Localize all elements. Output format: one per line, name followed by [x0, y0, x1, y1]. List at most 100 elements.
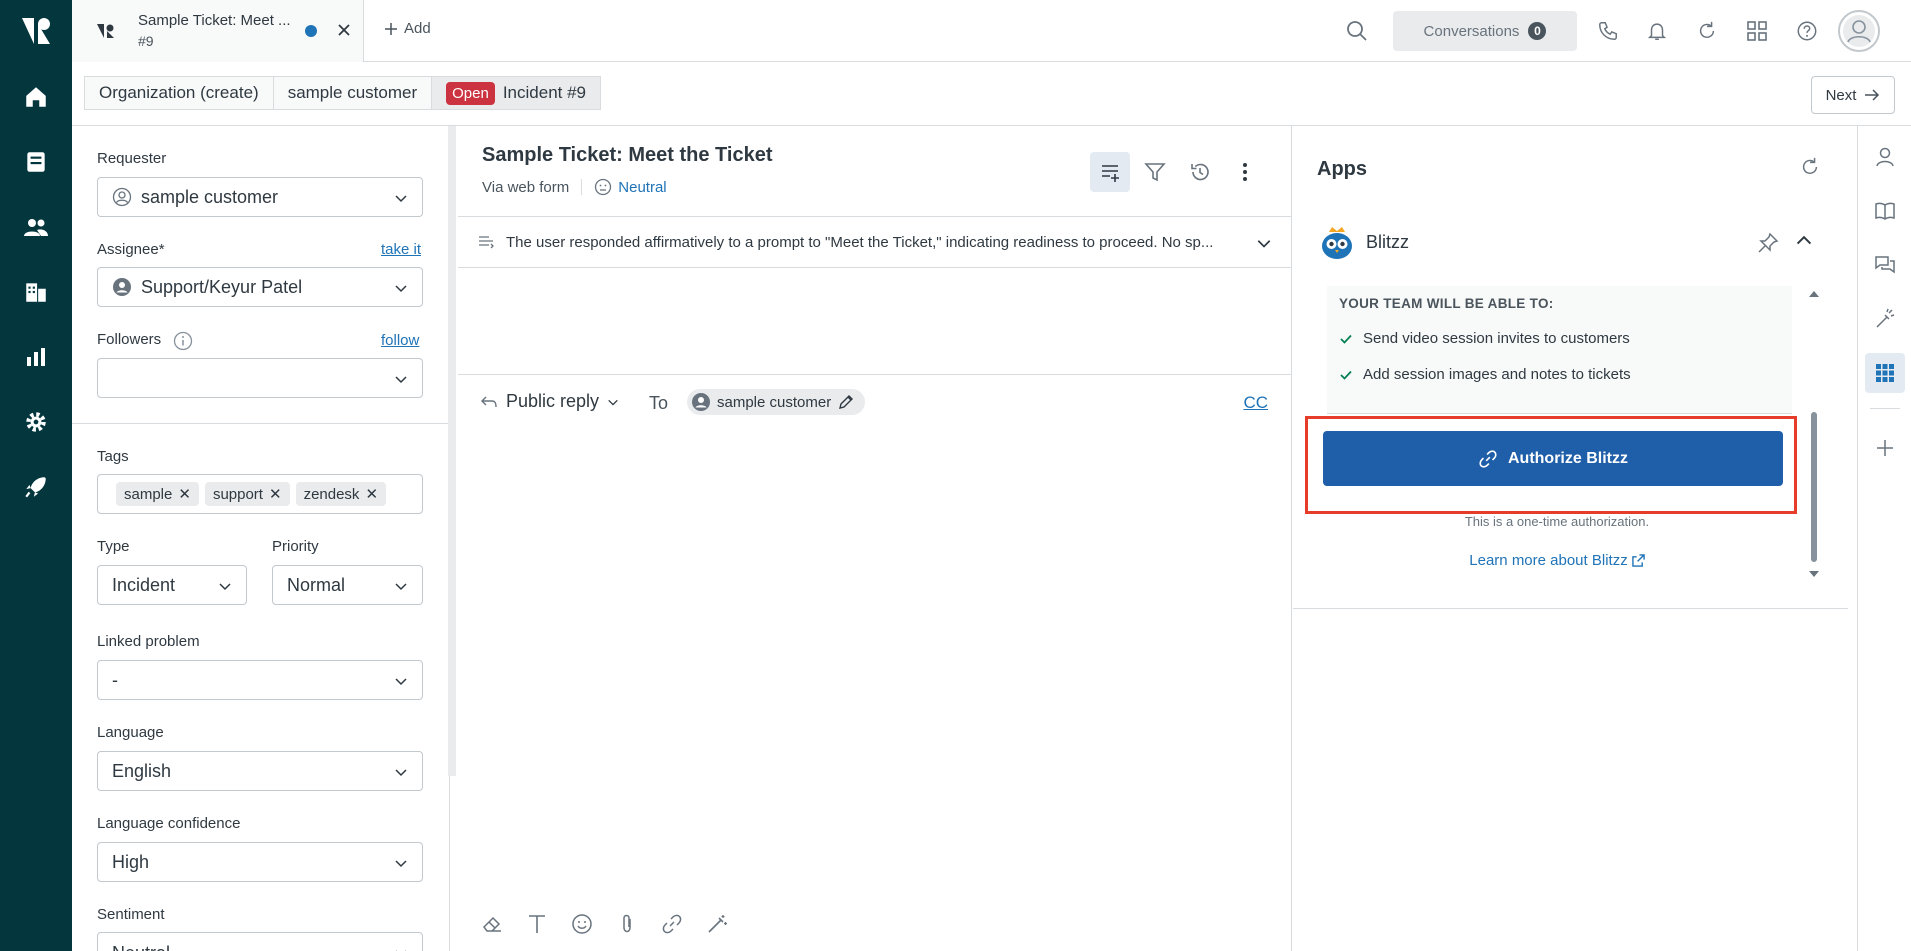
- refresh-apps-icon[interactable]: [1799, 156, 1825, 182]
- language-confidence-select[interactable]: High: [97, 842, 423, 882]
- language-confidence-label: Language confidence: [97, 815, 241, 832]
- getting-started-rocket-icon[interactable]: [16, 467, 56, 507]
- remove-tag-icon[interactable]: ✕: [269, 485, 282, 503]
- filter-icon[interactable]: [1135, 152, 1175, 192]
- more-options-icon[interactable]: [1225, 152, 1265, 192]
- emoji-icon[interactable]: [568, 910, 596, 938]
- summary-lines-icon: [479, 236, 494, 249]
- remove-tag-icon[interactable]: ✕: [365, 485, 378, 503]
- take-it-link[interactable]: take it: [381, 241, 421, 258]
- meta-divider: [581, 179, 583, 195]
- cc-link[interactable]: CC: [1243, 393, 1268, 413]
- organizations-icon[interactable]: [16, 272, 56, 312]
- reply-type-dropdown[interactable]: Public reply: [480, 391, 619, 412]
- notifications-bell-icon[interactable]: [1642, 16, 1672, 46]
- tab-title: Sample Ticket: Meet ...: [138, 12, 291, 29]
- chevron-down-icon: [395, 195, 407, 203]
- customers-icon[interactable]: [16, 207, 56, 247]
- chevron-down-icon: [219, 583, 231, 591]
- tag-label: support: [212, 485, 263, 503]
- blitzz-app-header: Blitzz: [1317, 222, 1817, 262]
- chevron-down-icon: [395, 583, 407, 591]
- reply-editor[interactable]: [458, 434, 1292, 884]
- sentiment-select[interactable]: Neutral: [97, 932, 423, 951]
- neutral-face-icon: [595, 178, 612, 196]
- language-value: English: [112, 760, 172, 781]
- priority-value: Normal: [287, 574, 346, 595]
- divider: [72, 423, 449, 424]
- views-icon[interactable]: [16, 142, 56, 182]
- link-icon[interactable]: [658, 910, 686, 938]
- breadcrumb-bar: Organization (create) sample customer Op…: [72, 62, 1911, 126]
- user-avatar[interactable]: [1838, 10, 1880, 52]
- add-tab-button[interactable]: Add: [384, 20, 431, 37]
- language-select[interactable]: English: [97, 751, 423, 791]
- requester-select[interactable]: sample customer: [97, 177, 423, 217]
- breadcrumb-requester[interactable]: sample customer: [272, 76, 433, 110]
- assignee-label: Assignee*: [97, 241, 165, 258]
- tab-subtitle: #9: [138, 33, 154, 49]
- next-ticket-button[interactable]: Next: [1811, 76, 1895, 114]
- linked-problem-select[interactable]: -: [97, 660, 423, 700]
- pin-icon[interactable]: [1757, 232, 1779, 254]
- info-icon[interactable]: [173, 331, 193, 351]
- breadcrumb-organization[interactable]: Organization (create): [84, 76, 274, 110]
- learn-more-link[interactable]: Learn more about Blitzz: [1327, 552, 1787, 569]
- priority-label: Priority: [272, 538, 319, 555]
- ai-magic-wand-icon[interactable]: [703, 910, 731, 938]
- attachment-icon[interactable]: [613, 910, 641, 938]
- breadcrumb: Organization (create) sample customer Op…: [84, 76, 602, 110]
- tags-input[interactable]: sample ✕ support ✕ zendesk ✕: [97, 474, 423, 514]
- check-icon: [1340, 370, 1352, 380]
- apps-grid-icon[interactable]: [1865, 353, 1905, 393]
- customer-context-icon[interactable]: [1865, 137, 1905, 177]
- phone-icon[interactable]: [1593, 16, 1623, 46]
- products-grid-icon[interactable]: [1742, 16, 1772, 46]
- side-conversations-icon[interactable]: [1865, 245, 1905, 285]
- chevron-down-icon: [395, 285, 407, 293]
- type-label: Type: [97, 538, 130, 555]
- history-icon[interactable]: [1180, 152, 1220, 192]
- admin-gear-icon[interactable]: [16, 402, 56, 442]
- priority-select[interactable]: Normal: [272, 565, 423, 605]
- conversation-add-icon[interactable]: [1090, 152, 1130, 192]
- add-tab-label: Add: [404, 20, 431, 37]
- knowledge-book-icon[interactable]: [1865, 191, 1905, 231]
- app-frame-scrollbar[interactable]: [1806, 288, 1822, 580]
- properties-scrollbar[interactable]: [448, 126, 456, 776]
- close-tab-icon[interactable]: [334, 20, 354, 40]
- chevron-up-icon[interactable]: [1795, 232, 1817, 254]
- eraser-icon[interactable]: [478, 910, 506, 938]
- top-bar: Sample Ticket: Meet ... #9 Add Conversat…: [72, 0, 1911, 62]
- zendesk-logo-icon[interactable]: [18, 14, 54, 50]
- intelligence-icon[interactable]: [1865, 299, 1905, 339]
- breadcrumb-ticket[interactable]: Open Incident #9: [431, 76, 602, 110]
- blitzz-logo-icon: [1317, 222, 1357, 262]
- remove-tag-icon[interactable]: ✕: [178, 485, 191, 503]
- conversations-button[interactable]: Conversations 0: [1393, 11, 1577, 51]
- breadcrumb-ticket-label: Incident #9: [502, 83, 587, 102]
- sentiment-link[interactable]: Neutral: [618, 179, 666, 196]
- help-icon[interactable]: [1792, 16, 1822, 46]
- requester-value: sample customer: [141, 186, 279, 207]
- ticket-summary[interactable]: The user responded affirmatively to a pr…: [458, 216, 1292, 268]
- ticket-tab-icon: [96, 22, 116, 40]
- followers-select[interactable]: [97, 358, 423, 398]
- assignee-select[interactable]: Support/Keyur Patel: [97, 267, 423, 307]
- ticket-tab[interactable]: Sample Ticket: Meet ... #9: [72, 0, 364, 62]
- summary-text: The user responded affirmatively to a pr…: [506, 233, 1214, 251]
- search-icon[interactable]: [1342, 16, 1372, 46]
- follow-link[interactable]: follow: [381, 332, 419, 349]
- plus-icon[interactable]: [1865, 428, 1905, 468]
- chevron-down-icon: [395, 678, 407, 686]
- text-format-icon[interactable]: [523, 910, 551, 938]
- refresh-icon[interactable]: [1692, 16, 1722, 46]
- authorize-blitzz-button[interactable]: Authorize Blitzz: [1323, 431, 1783, 486]
- type-select[interactable]: Incident: [97, 565, 247, 605]
- recipient-chip[interactable]: sample customer: [687, 389, 866, 415]
- reporting-icon[interactable]: [16, 337, 56, 377]
- edit-pencil-icon[interactable]: [837, 393, 855, 411]
- home-icon[interactable]: [16, 77, 56, 117]
- chevron-down-icon[interactable]: [1256, 235, 1272, 251]
- external-link-icon: [1631, 554, 1645, 567]
